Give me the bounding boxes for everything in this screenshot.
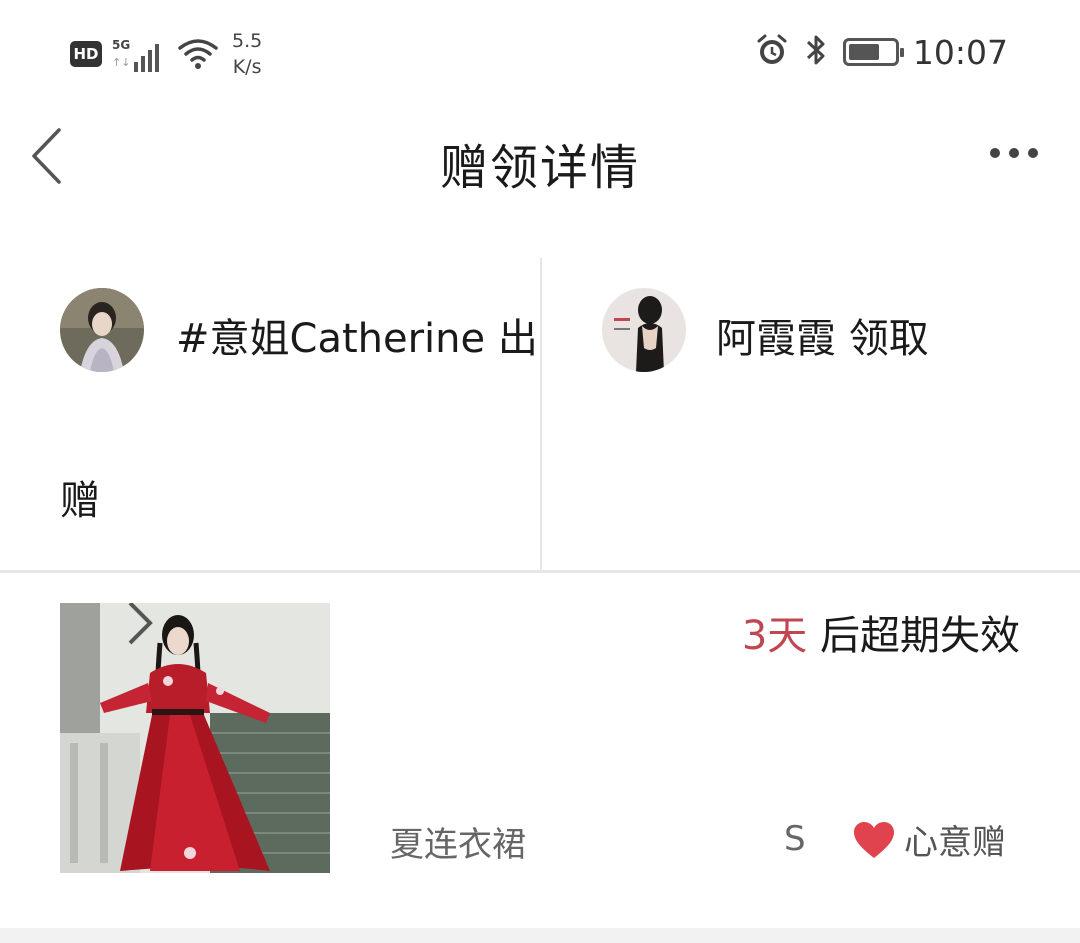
title-bar: 赠领详情	[0, 100, 1080, 220]
giver-section: #意姐Catherine 出 赠	[0, 258, 540, 570]
item-photo[interactable]	[60, 603, 330, 873]
network-speed: 5.5 K/s	[232, 28, 262, 80]
receiver-name: 阿霞霞 领取	[716, 316, 929, 362]
status-right: 10:07	[755, 32, 1008, 72]
clock: 10:07	[912, 32, 1008, 72]
speed-unit: K/s	[232, 56, 262, 78]
network-arrows: ↑↓	[112, 56, 131, 69]
bluetooth-icon	[803, 32, 829, 72]
battery-fill	[848, 44, 879, 60]
signal-icon: 5G ↑↓	[112, 34, 164, 74]
wifi-icon	[178, 36, 218, 72]
signal-bars	[134, 42, 159, 72]
item-size: S	[784, 819, 806, 859]
transfer-panel: #意姐Catherine 出 赠 阿霞霞 领取	[0, 258, 1080, 570]
speed-value: 5.5	[232, 30, 263, 52]
alarm-icon	[755, 33, 789, 71]
expiry-notice: 3天 后超期失效	[742, 603, 1020, 661]
status-bar: HD 5G ↑↓ 5.5 K/s 10:07	[0, 0, 1080, 100]
hd-icon: HD	[70, 41, 102, 67]
receiver-avatar[interactable]	[602, 288, 686, 372]
expiry-days: 3天	[741, 613, 808, 659]
gift-label: 心意赠	[904, 823, 1006, 863]
gift-item[interactable]: 3天 后超期失效 夏连衣裙 S 心意赠	[0, 573, 1080, 928]
gift-tag: 心意赠	[852, 815, 1006, 864]
bottom-strip	[0, 928, 1080, 943]
more-dots-icon	[990, 148, 1000, 158]
giver-name: #意姐Catherine 出	[176, 316, 538, 362]
page-title: 赠领详情	[439, 140, 640, 196]
status-left: HD 5G ↑↓ 5.5 K/s	[70, 28, 262, 80]
giver-avatar[interactable]	[60, 288, 144, 372]
item-name: 夏连衣裙	[390, 825, 526, 865]
giver-action-text: 赠	[60, 478, 100, 524]
more-button[interactable]	[990, 148, 1038, 158]
receiver-section: 阿霞霞 领取	[542, 258, 1080, 570]
battery-icon	[842, 38, 904, 66]
network-type: 5G	[112, 38, 131, 52]
expiry-suffix: 后超期失效	[807, 613, 1020, 659]
heart-icon	[854, 821, 894, 858]
